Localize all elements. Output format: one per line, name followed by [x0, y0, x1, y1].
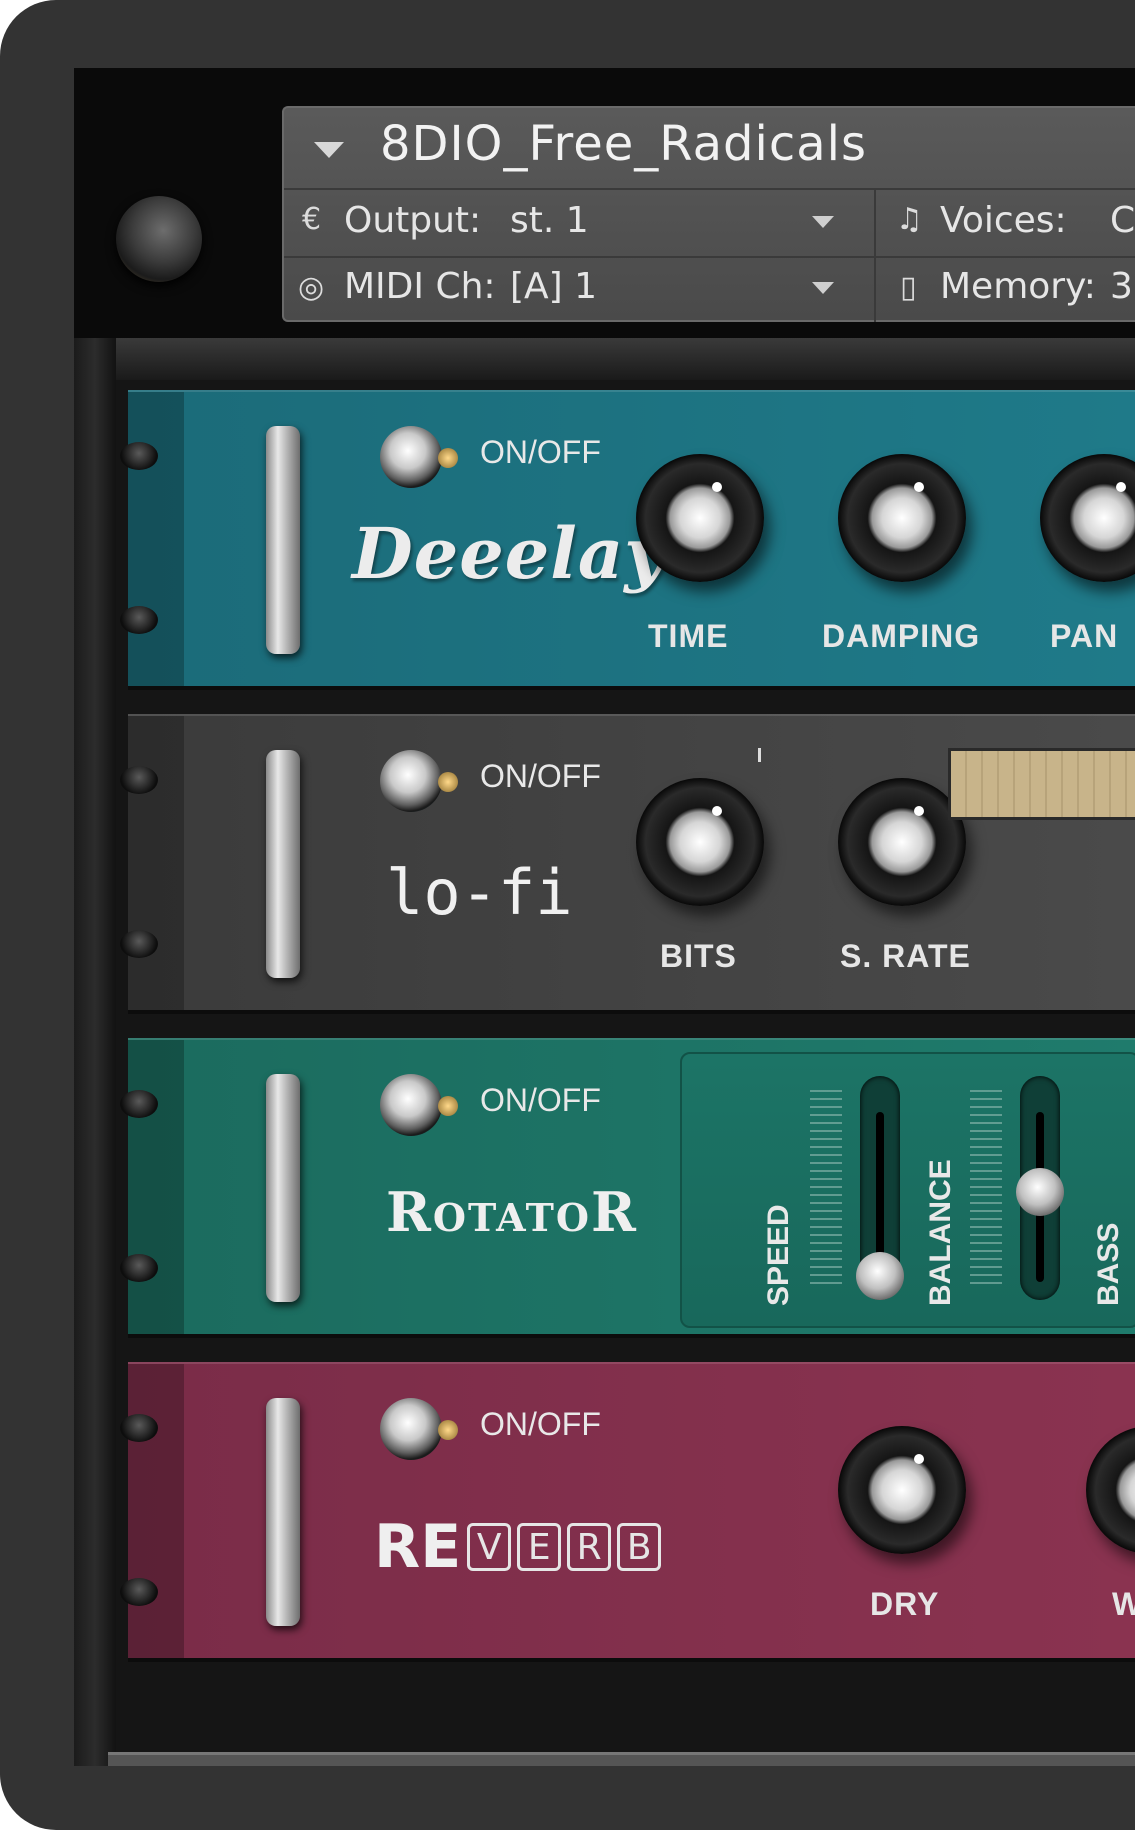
deeelay-onoff-led	[438, 448, 458, 468]
lofi-display	[948, 748, 1135, 820]
instrument-header: 8DIO_Free_Radicals € Output: st. 1 ♫ Voi…	[282, 106, 1135, 322]
rack-ear	[128, 1364, 184, 1658]
lofi-onoff-label: ON/OFF	[480, 758, 601, 794]
rack-handle[interactable]	[266, 426, 300, 654]
screw-icon	[120, 1254, 158, 1282]
memory-icon: ▯	[900, 270, 917, 305]
deeelay-unit: ON/OFF Deeelay TIME DAMPING PAN	[120, 390, 1135, 690]
bits-knob[interactable]	[636, 778, 764, 906]
rotator-logo: RotatoR	[386, 1180, 638, 1244]
balance-label: BALANCE	[924, 1159, 957, 1306]
screw-icon	[120, 1414, 158, 1442]
header-divider	[874, 188, 876, 322]
pan-label: PAN	[1050, 618, 1119, 654]
dry-knob[interactable]	[838, 1426, 966, 1554]
screw-icon	[120, 442, 158, 470]
voices-value: C	[1110, 200, 1135, 241]
rack-top-rail	[74, 338, 1135, 380]
reverb-logo-letter: B	[617, 1523, 662, 1571]
time-knob[interactable]	[636, 454, 764, 582]
rack-ear	[128, 392, 184, 686]
midi-label: MIDI Ch:	[344, 266, 496, 307]
midi-row: ◎ MIDI Ch: [A] 1 ▯ Memory: 3	[284, 256, 1135, 322]
damping-label: DAMPING	[822, 618, 981, 654]
rack-ear	[128, 1040, 184, 1334]
memory-label: Memory:	[940, 266, 1096, 307]
bits-label: BITS	[660, 938, 737, 974]
speed-scale	[810, 1090, 842, 1290]
lofi-onoff-knob[interactable]	[380, 750, 442, 812]
reverb-logo-prefix: RE	[374, 1512, 462, 1582]
instrument-power-knob[interactable]	[116, 196, 202, 282]
rack-side-rail	[74, 338, 116, 1766]
screw-icon	[120, 930, 158, 958]
reverb-onoff-label: ON/OFF	[480, 1406, 601, 1442]
memory-value: 3	[1110, 266, 1133, 307]
sample-rate-knob[interactable]	[838, 778, 966, 906]
screw-icon	[120, 606, 158, 634]
knob-scale-tick	[758, 748, 761, 762]
rack-handle[interactable]	[266, 1074, 300, 1302]
collapse-triangle-icon[interactable]	[314, 142, 344, 158]
reverb-logo: RE V E R B	[374, 1512, 667, 1582]
instrument-title-row: 8DIO_Free_Radicals	[284, 108, 1135, 190]
wet-knob[interactable]	[1086, 1426, 1135, 1554]
lofi-onoff-led	[438, 772, 458, 792]
midi-icon: ◎	[298, 270, 325, 305]
reverb-logo-letter: V	[467, 1523, 512, 1571]
reverb-unit: ON/OFF RE V E R B DRY W	[120, 1362, 1135, 1662]
rotator-unit: ON/OFF RotatoR SPEED BALANCE BASS	[120, 1038, 1135, 1338]
rack-handle[interactable]	[266, 750, 300, 978]
bass-label: BASS	[1092, 1222, 1125, 1306]
speed-slider-thumb[interactable]	[856, 1252, 904, 1300]
instrument-name[interactable]: 8DIO_Free_Radicals	[380, 116, 867, 172]
lofi-unit: ON/OFF lo-fi BITS S. RATE	[120, 714, 1135, 1014]
reverb-onoff-led	[438, 1420, 458, 1440]
rack-ear	[128, 716, 184, 1010]
time-label: TIME	[648, 618, 729, 654]
output-dropdown-icon[interactable]	[812, 216, 834, 228]
deeelay-logo: Deeelay	[352, 512, 666, 595]
output-row: € Output: st. 1 ♫ Voices: C	[284, 188, 1135, 258]
voices-icon: ♫	[896, 202, 923, 237]
balance-scale	[970, 1090, 1002, 1290]
reverb-logo-letter: R	[567, 1523, 612, 1571]
speed-label: SPEED	[762, 1204, 795, 1306]
damping-knob[interactable]	[838, 454, 966, 582]
reverb-onoff-knob[interactable]	[380, 1398, 442, 1460]
rotator-onoff-led	[438, 1096, 458, 1116]
rotator-onoff-label: ON/OFF	[480, 1082, 601, 1118]
midi-dropdown-icon[interactable]	[812, 282, 834, 294]
output-icon: €	[302, 202, 322, 237]
wet-label: W	[1112, 1586, 1135, 1622]
deeelay-onoff-label: ON/OFF	[480, 434, 601, 470]
screw-icon	[120, 1090, 158, 1118]
plugin-window: 8DIO_Free_Radicals € Output: st. 1 ♫ Voi…	[74, 68, 1135, 1766]
rack-bottom-panel	[108, 1752, 1135, 1766]
speed-slider[interactable]	[856, 1076, 904, 1300]
voices-label: Voices:	[940, 200, 1067, 241]
sample-rate-label: S. RATE	[840, 938, 971, 974]
pan-knob[interactable]	[1040, 454, 1135, 582]
rotator-onoff-knob[interactable]	[380, 1074, 442, 1136]
balance-slider-thumb[interactable]	[1016, 1168, 1064, 1216]
screw-icon	[120, 766, 158, 794]
output-label: Output:	[344, 200, 482, 241]
reverb-logo-letter: E	[517, 1523, 562, 1571]
output-value[interactable]: st. 1	[510, 200, 589, 241]
effects-rack: ON/OFF Deeelay TIME DAMPING PAN ON/OFF l…	[74, 338, 1135, 1766]
device-frame: 8DIO_Free_Radicals € Output: st. 1 ♫ Voi…	[0, 0, 1135, 1830]
lofi-logo: lo-fi	[386, 856, 573, 929]
screw-icon	[120, 1578, 158, 1606]
rotator-control-panel: SPEED BALANCE BASS	[680, 1052, 1135, 1328]
deeelay-onoff-knob[interactable]	[380, 426, 442, 488]
balance-slider[interactable]	[1016, 1076, 1064, 1300]
rack-handle[interactable]	[266, 1398, 300, 1626]
dry-label: DRY	[870, 1586, 940, 1622]
midi-value[interactable]: [A] 1	[510, 266, 597, 307]
